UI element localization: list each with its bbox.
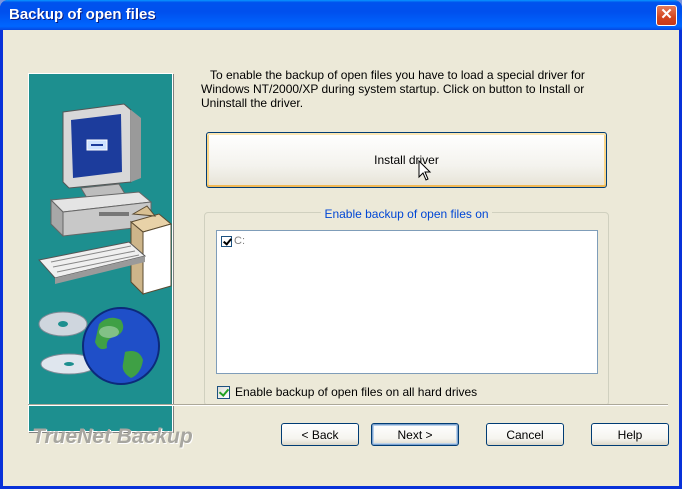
window-title: Backup of open files <box>9 6 156 23</box>
next-button[interactable]: Next > <box>371 423 459 446</box>
keyboard-graphic <box>38 241 147 284</box>
dialog-window: Backup of open files ✕ To enable the bac… <box>0 0 682 489</box>
illustration-panel <box>28 73 173 432</box>
drives-groupbox: Enable backup of open files on C: Enable… <box>204 207 609 406</box>
dialog-content: To enable the backup of open files you h… <box>3 30 679 486</box>
drive-checkbox[interactable] <box>221 235 232 247</box>
back-button[interactable]: < Back <box>281 423 359 446</box>
intro-text: To enable the backup of open files you h… <box>201 68 585 110</box>
all-drives-checkbox[interactable] <box>217 385 230 399</box>
install-driver-button[interactable]: Install driver <box>206 132 607 188</box>
mouse-cursor-icon <box>418 160 432 181</box>
all-drives-label: Enable backup of open files on all hard … <box>235 385 478 399</box>
globe-graphic <box>82 307 160 385</box>
drive-label: C: <box>234 235 245 247</box>
list-item[interactable]: C: <box>221 235 245 247</box>
computer-illustration <box>38 103 172 385</box>
title-bar[interactable]: Backup of open files ✕ <box>0 0 682 30</box>
close-icon: ✕ <box>660 6 673 23</box>
brand-label: TrueNet Backup <box>32 425 193 448</box>
all-drives-option[interactable]: Enable backup of open files on all hard … <box>217 385 477 399</box>
monitor-graphic <box>62 103 141 199</box>
footer-separator <box>28 404 668 406</box>
drive-list[interactable]: C: <box>216 230 598 374</box>
close-button[interactable]: ✕ <box>656 5 677 26</box>
cancel-button[interactable]: Cancel <box>486 423 564 446</box>
help-button[interactable]: Help <box>591 423 669 446</box>
groupbox-legend: Enable backup of open files on <box>205 205 608 223</box>
